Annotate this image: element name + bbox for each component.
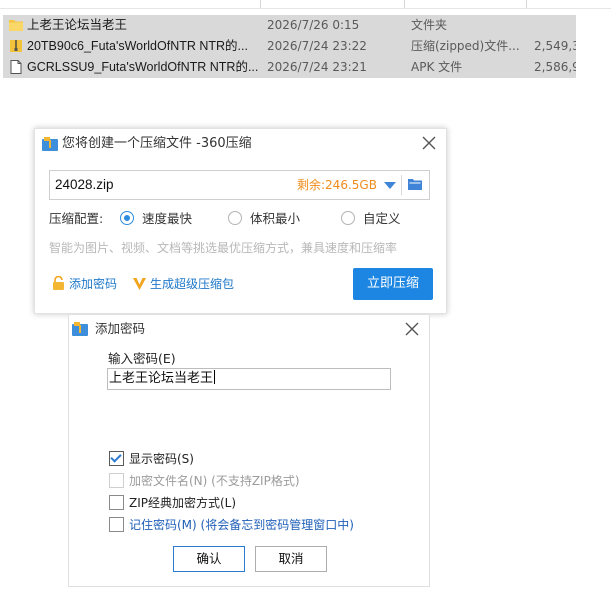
chevron-down-icon[interactable] (384, 182, 396, 189)
password-input-label: 输入密码(E) (108, 351, 176, 366)
column-header-strip (0, 0, 611, 9)
checkbox-box[interactable] (109, 517, 124, 532)
file-date: 2026/7/24 23:21 (267, 60, 367, 74)
divider (401, 175, 402, 195)
close-icon[interactable] (403, 320, 421, 338)
dialog-title: 添加密码 (95, 321, 146, 336)
checkbox-label[interactable]: ZIP经典加密方式(L) (129, 494, 236, 512)
file-type: APK 文件 (411, 60, 463, 74)
zip-file-icon (10, 40, 22, 52)
config-label: 压缩配置: (49, 211, 104, 226)
compress-now-button[interactable]: 立即压缩 (353, 268, 433, 300)
checkbox-box (109, 473, 124, 488)
archive-filename[interactable]: 24028.zip (55, 171, 114, 199)
dialog-title-bar[interactable]: 添加密码 (69, 315, 429, 343)
radio-label[interactable]: 自定义 (363, 209, 401, 229)
browse-folder-icon[interactable] (408, 178, 422, 190)
password-dialog: 添加密码 输入密码(E) 上老王论坛当老王 显示密码(S) 加密文件名(N) (… (68, 314, 430, 587)
lock-icon (53, 276, 64, 290)
file-date: 2026/7/26 0:15 (267, 18, 360, 32)
column-separator[interactable] (404, 0, 405, 8)
text-caret (214, 370, 216, 384)
file-name: 上老王论坛当老王 (27, 18, 128, 32)
file-row[interactable]: 上老王论坛当老王 2026/7/26 0:15 文件夹 (3, 15, 576, 36)
file-icon (10, 60, 22, 74)
radio-indicator[interactable] (120, 211, 134, 225)
file-row[interactable]: 20TB90c6_Futa'sWorldOfNTR NTR的... 2026/7… (3, 36, 576, 57)
file-size: 2,549,3 (534, 39, 576, 53)
file-size: 2,586,9 (534, 60, 576, 74)
archive-path-field[interactable]: 24028.zip 剩余:246.5GB (49, 170, 430, 200)
file-name: GCRLSSU9_Futa'sWorldOfNTR NTR的... (27, 60, 259, 74)
archive-app-icon (72, 322, 88, 336)
v-badge-icon (133, 278, 146, 290)
column-separator[interactable] (260, 0, 261, 8)
file-date: 2026/7/24 23:22 (267, 39, 367, 53)
column-separator[interactable] (526, 0, 527, 8)
password-field[interactable]: 上老王论坛当老王 (107, 368, 391, 390)
checkbox-box[interactable] (109, 495, 124, 510)
file-type: 压缩(zipped)文件... (411, 39, 520, 53)
compression-hint: 智能为图片、视频、文档等挑选最优压缩方式，兼具速度和压缩率 (49, 241, 398, 255)
compress-dialog: 您将创建一个压缩文件 -360压缩 24028.zip 剩余:246.5GB 压… (34, 128, 447, 314)
checkbox-label: 加密文件名(N) (不支持ZIP格式) (129, 474, 300, 488)
file-name: 20TB90c6_Futa'sWorldOfNTR NTR的... (27, 39, 248, 53)
free-space-label: 剩余:246.5GB (297, 178, 377, 192)
checkbox-label[interactable]: 显示密码(S) (129, 450, 194, 468)
radio-label[interactable]: 体积最小 (250, 209, 300, 229)
password-text[interactable]: 上老王论坛当老王 (109, 371, 213, 386)
dialog-title-bar[interactable]: 您将创建一个压缩文件 -360压缩 (35, 129, 446, 159)
password-value[interactable]: 上老王论坛当老王 (109, 369, 216, 389)
confirm-button[interactable]: 确认 (173, 546, 245, 572)
checkbox-label[interactable]: 记住密码(M) (将会备忘到密码管理窗口中) (129, 516, 354, 534)
radio-indicator[interactable] (228, 211, 242, 225)
dialog-title: 您将创建一个压缩文件 -360压缩 (62, 136, 252, 151)
checkbox-box[interactable] (109, 451, 124, 466)
super-package-label[interactable]: 生成超级压缩包 (150, 274, 234, 294)
folder-icon (9, 20, 23, 31)
cancel-button[interactable]: 取消 (255, 546, 327, 572)
radio-indicator[interactable] (341, 211, 355, 225)
radio-label[interactable]: 速度最快 (142, 209, 192, 229)
archive-app-icon (42, 137, 58, 151)
add-password-label[interactable]: 添加密码 (69, 274, 117, 294)
file-list: 上老王论坛当老王 2026/7/26 0:15 文件夹 20TB90c6_Fut… (0, 0, 611, 80)
file-row[interactable]: GCRLSSU9_Futa'sWorldOfNTR NTR的... 2026/7… (3, 57, 576, 78)
file-type: 文件夹 (411, 18, 448, 32)
close-icon[interactable] (420, 134, 438, 152)
